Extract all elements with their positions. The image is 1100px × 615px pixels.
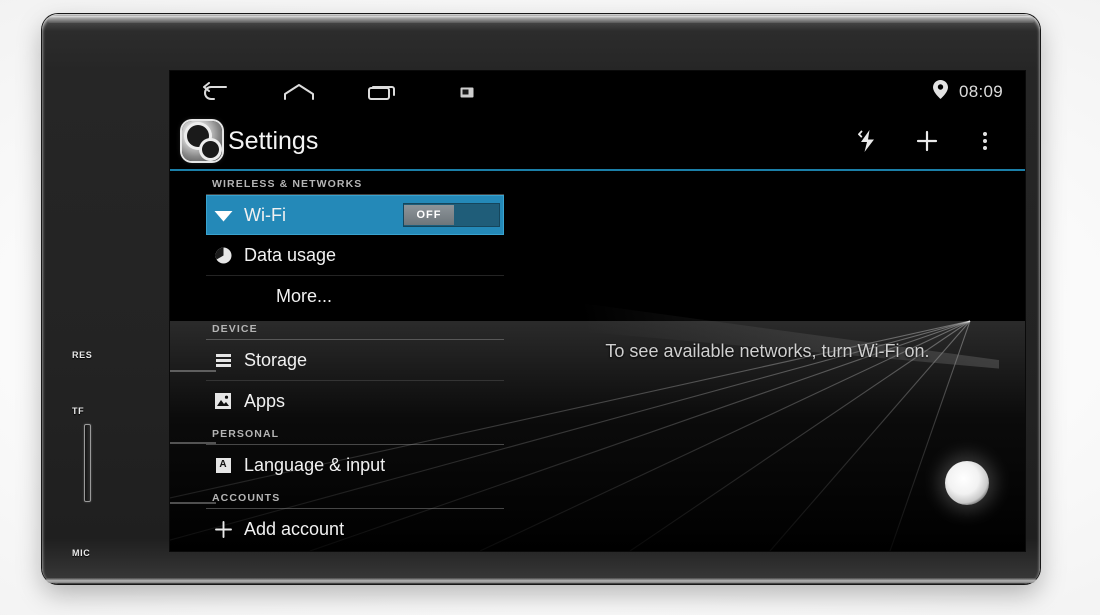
settings-row-more[interactable]: More...	[206, 276, 504, 316]
action-bar-buttons	[855, 126, 1025, 156]
settings-row-data-usage[interactable]: Data usage	[206, 235, 504, 276]
wifi-icon	[212, 208, 234, 222]
settings-app-icon	[182, 121, 222, 161]
section-header-personal: PERSONAL	[206, 421, 504, 445]
home-icon[interactable]	[284, 81, 314, 103]
bezel-label-tf: TF	[72, 406, 85, 416]
plus-icon[interactable]	[913, 126, 941, 156]
section-header-wireless: WIRELESS & NETWORKS	[206, 171, 504, 195]
language-input-icon: A	[212, 457, 234, 473]
status-bar-right: 08:09	[932, 80, 1025, 104]
back-arrow-icon[interactable]	[200, 81, 230, 103]
wifi-toggle-switch[interactable]: OFF	[403, 203, 500, 227]
settings-row-label: More...	[276, 285, 333, 306]
apps-icon	[212, 393, 234, 409]
section-header-device: DEVICE	[206, 316, 504, 340]
settings-row-label: Language & input	[244, 454, 386, 475]
settings-row-storage[interactable]: Storage	[206, 340, 504, 381]
car-head-unit-device: RES TF MIC 08:09 Settings WIRELESS & NET…	[42, 14, 1040, 584]
photo-backdrop: RES TF MIC 08:09 Settings WIRELESS & NET…	[0, 0, 1100, 615]
settings-list[interactable]: WIRELESS & NETWORKS Wi-Fi OFF Data usage…	[170, 171, 510, 551]
location-pin-icon	[932, 80, 948, 104]
bezel-label-mic: MIC	[72, 548, 91, 558]
status-clock: 08:09	[958, 82, 1003, 101]
plus-icon	[212, 520, 234, 539]
settings-row-label: Data usage	[244, 244, 337, 265]
empty-state-message: To see available networks, turn Wi-Fi on…	[605, 341, 930, 361]
wallpaper-light-orb	[945, 461, 989, 505]
settings-row-wifi[interactable]: Wi-Fi OFF	[206, 195, 504, 235]
screenshot-icon[interactable]	[452, 81, 482, 103]
action-bar: Settings	[170, 113, 1025, 171]
wifi-toggle-state: OFF	[404, 205, 454, 225]
recents-icon[interactable]	[368, 81, 398, 103]
settings-row-language-input[interactable]: A Language & input	[206, 445, 504, 485]
storage-icon	[212, 353, 234, 367]
settings-row-label: Storage	[244, 349, 308, 370]
app-icon-gear-small	[202, 141, 219, 158]
device-screen: 08:09 Settings WIRELESS & NETWORKS Wi-Fi…	[170, 71, 1025, 551]
section-header-accounts: ACCOUNTS	[206, 485, 504, 509]
navigation-bar	[170, 81, 482, 103]
page-title: Settings	[228, 126, 319, 155]
status-bar: 08:09	[170, 71, 1025, 113]
bezel-label-res: RES	[72, 350, 93, 360]
overflow-menu-icon[interactable]	[971, 126, 999, 156]
data-usage-icon	[212, 247, 234, 264]
settings-row-apps[interactable]: Apps	[206, 381, 504, 421]
sync-icon[interactable]	[855, 126, 883, 156]
settings-row-label: Add account	[244, 518, 345, 539]
tf-card-slot[interactable]	[84, 424, 91, 502]
settings-row-add-account[interactable]: Add account	[206, 509, 504, 549]
settings-row-label: Wi-Fi	[244, 204, 286, 225]
settings-row-label: Apps	[244, 390, 286, 411]
